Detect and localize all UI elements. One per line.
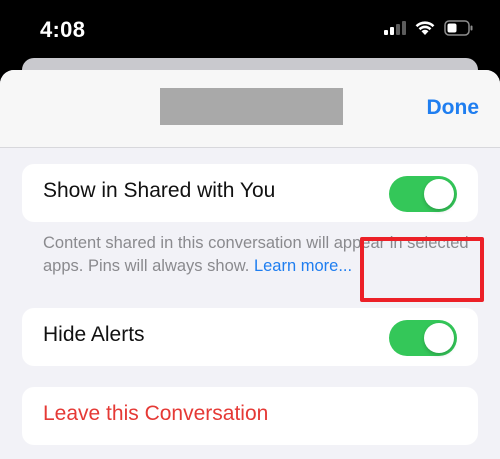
redacted-title xyxy=(160,88,343,125)
leave-conversation-row[interactable]: Leave this Conversation xyxy=(22,387,478,445)
highlight-annotation xyxy=(360,237,484,302)
toggle-knob xyxy=(424,179,454,209)
show-in-shared-row: Show in Shared with You xyxy=(22,164,478,222)
status-time: 4:08 xyxy=(40,17,86,42)
hide-alerts-toggle[interactable] xyxy=(389,320,457,356)
toggle-knob xyxy=(424,323,454,353)
status-icons xyxy=(384,20,474,36)
show-in-shared-toggle[interactable] xyxy=(389,176,457,212)
hide-alerts-row: Hide Alerts xyxy=(22,308,478,366)
learn-more-link[interactable]: Learn more... xyxy=(254,257,352,275)
show-in-shared-label: Show in Shared with You xyxy=(43,179,276,202)
hide-alerts-label: Hide Alerts xyxy=(43,323,145,346)
sheet-header: Done xyxy=(0,70,500,148)
wifi-icon xyxy=(414,20,436,36)
done-button[interactable]: Done xyxy=(427,96,480,120)
status-bar: 4:08 xyxy=(0,0,500,62)
leave-conversation-button[interactable]: Leave this Conversation xyxy=(43,402,268,426)
battery-icon xyxy=(444,20,474,36)
cellular-signal-icon xyxy=(384,21,406,35)
